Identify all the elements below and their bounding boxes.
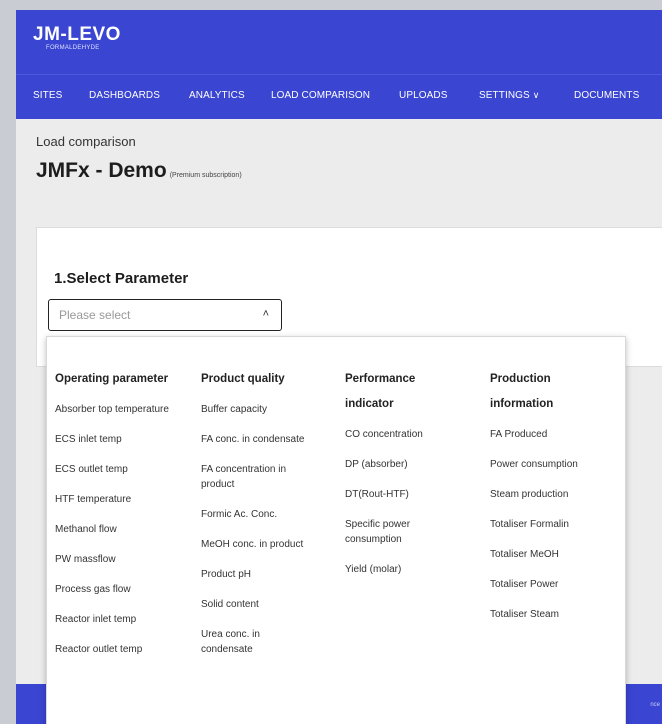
select-placeholder: Please select [59, 308, 131, 322]
parameter-select[interactable]: Please select ˄ [48, 299, 282, 331]
option-item[interactable]: Product pH [201, 567, 337, 582]
option-item[interactable]: Yield (molar) [345, 562, 481, 577]
chevron-down-icon: ∨ [532, 90, 540, 100]
option-item[interactable]: FA conc. in condensate [201, 432, 337, 447]
option-item[interactable]: Methanol flow [55, 522, 191, 537]
page-title: JMFx - Demo (Premium subscription) [36, 159, 242, 183]
option-item[interactable]: Process gas flow [55, 582, 191, 597]
dropdown-column-production: Production information FA Produced Power… [490, 367, 620, 622]
option-item[interactable]: Solid content [201, 597, 337, 612]
column-heading: Operating parameter [55, 373, 169, 385]
option-item[interactable]: HTF temperature [55, 492, 191, 507]
option-item[interactable]: Reactor inlet temp [55, 612, 191, 627]
option-item[interactable]: Totaliser Steam [490, 607, 620, 622]
page-title-text: JMFx - Demo [36, 159, 167, 182]
option-item[interactable]: PW massflow [55, 552, 191, 567]
breadcrumb: Load comparison [36, 134, 136, 149]
dropdown-column-operating: Operating parameter Absorber top tempera… [55, 367, 191, 657]
main-nav: SITES DASHBOARDS ANALYTICS LOAD COMPARIS… [16, 74, 662, 119]
option-item[interactable]: Specific power consumption [345, 517, 455, 547]
parameter-dropdown: Operating parameter Absorber top tempera… [46, 336, 626, 724]
option-item[interactable]: DP (absorber) [345, 457, 481, 472]
option-item[interactable]: Formic Ac. Conc. [201, 507, 337, 522]
option-item[interactable]: ECS outlet temp [55, 462, 191, 477]
header-bar: JM-LEVO FORMALDEHYDE [16, 10, 662, 74]
dropdown-column-performance: Performance indicator CO concentration D… [345, 367, 481, 577]
option-item[interactable]: Power consumption [490, 457, 620, 472]
brand-name: JM-LEVO [33, 24, 121, 45]
nav-settings[interactable]: SETTINGS ∨ [479, 90, 539, 101]
nav-documents[interactable]: DOCUMENTS [574, 90, 639, 101]
option-item[interactable]: FA concentration in product [201, 462, 311, 492]
brand-logo[interactable]: JM-LEVO FORMALDEHYDE [33, 24, 121, 52]
option-item[interactable]: Reactor outlet temp [55, 642, 191, 657]
column-heading: Product quality [201, 373, 285, 385]
option-item[interactable]: Totaliser Formalin [490, 517, 620, 532]
chevron-up-icon: ˄ [262, 308, 269, 320]
card-title: 1.Select Parameter [54, 270, 189, 287]
option-item[interactable]: ECS inlet temp [55, 432, 191, 447]
nav-settings-label: SETTINGS [479, 90, 530, 101]
nav-uploads[interactable]: UPLOADS [399, 90, 448, 101]
option-item[interactable]: FA Produced [490, 427, 620, 442]
column-heading: Performance indicator [345, 373, 416, 410]
option-item[interactable]: Buffer capacity [201, 402, 337, 417]
nav-dashboards[interactable]: DASHBOARDS [89, 90, 160, 101]
option-item[interactable]: Steam production [490, 487, 620, 502]
subscription-badge: (Premium subscription) [169, 172, 242, 179]
option-item[interactable]: MeOH conc. in product [201, 537, 337, 552]
nav-sites[interactable]: SITES [33, 90, 62, 101]
option-item[interactable]: Urea conc. in condensate [201, 627, 291, 657]
nav-analytics[interactable]: ANALYTICS [189, 90, 245, 101]
option-item[interactable]: Absorber top temperature [55, 402, 191, 417]
brand-subtitle: FORMALDEHYDE [46, 45, 100, 51]
option-item[interactable]: Totaliser MeOH [490, 547, 620, 562]
option-item[interactable]: DT(Rout-HTF) [345, 487, 481, 502]
nav-load-comparison[interactable]: LOAD COMPARISON [271, 90, 370, 101]
column-heading: Production information [490, 373, 554, 410]
dropdown-column-product-quality: Product quality Buffer capacity FA conc.… [201, 367, 337, 657]
option-item[interactable]: CO concentration [345, 427, 481, 442]
app-frame: JM-LEVO FORMALDEHYDE SITES DASHBOARDS AN… [16, 10, 662, 724]
option-item[interactable]: Totaliser Power [490, 577, 620, 592]
footer-text: nce [650, 702, 660, 708]
